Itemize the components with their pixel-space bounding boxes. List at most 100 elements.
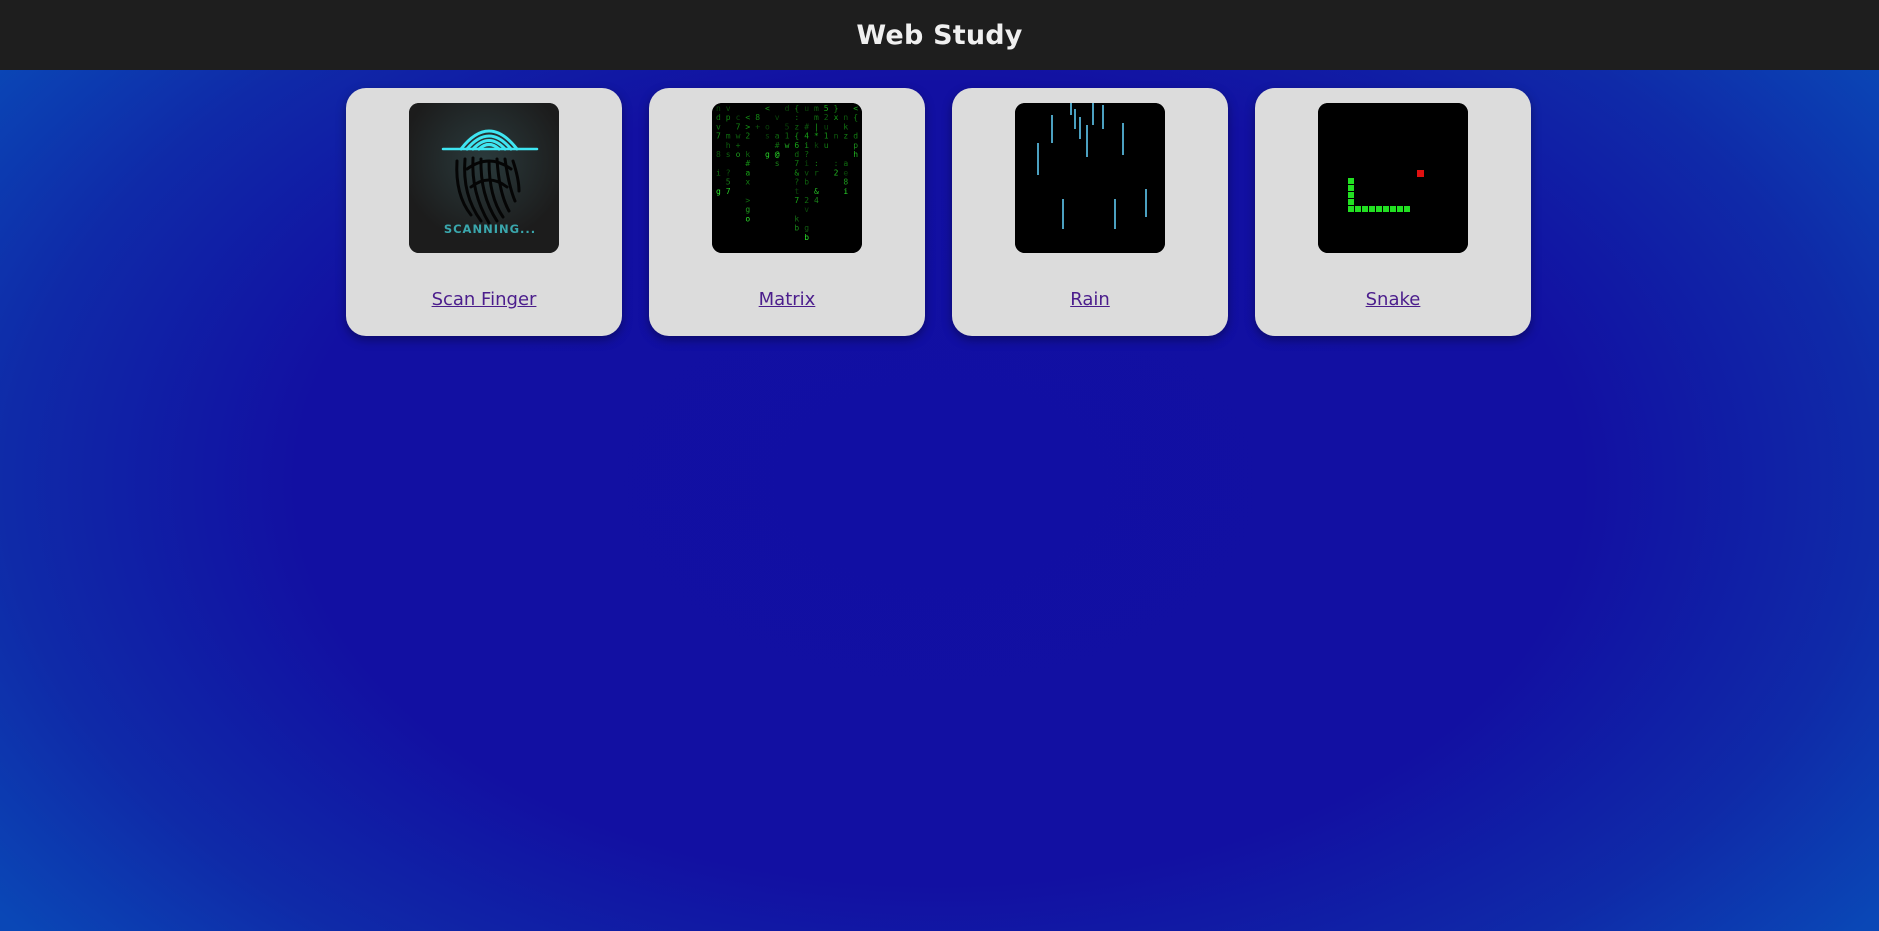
svg-text::: :	[834, 159, 839, 168]
snake-segment	[1390, 206, 1396, 212]
svg-text:4: 4	[814, 196, 819, 205]
svg-text:}: }	[834, 104, 839, 113]
svg-text:7: 7	[716, 132, 721, 141]
svg-text:b: b	[804, 178, 809, 187]
svg-text:8: 8	[843, 178, 848, 187]
scan-finger-thumbnail[interactable]: SCANNING...	[409, 103, 559, 253]
svg-text:o: o	[745, 214, 750, 223]
svg-text:?: ?	[794, 178, 799, 187]
svg-text:s: s	[775, 159, 780, 168]
snake-thumbnail[interactable]	[1318, 103, 1468, 253]
svg-text:d: d	[794, 150, 799, 159]
svg-text:{: {	[794, 104, 799, 113]
snake-segment	[1362, 206, 1368, 212]
svg-text:u: u	[824, 122, 829, 131]
matrix-rain-icon: ndv78igvpmhs?57c7w+o<>2k#ax>go8+<osgva#@…	[712, 103, 862, 253]
svg-text:i: i	[804, 159, 809, 168]
snake-segment	[1383, 206, 1389, 212]
svg-text:i: i	[804, 141, 809, 150]
svg-text:&: &	[794, 168, 799, 177]
svg-text:7: 7	[794, 196, 799, 205]
svg-text:n: n	[834, 132, 839, 141]
snake-segment	[1376, 206, 1382, 212]
rain-link[interactable]: Rain	[1070, 289, 1110, 310]
svg-text:d: d	[716, 113, 721, 122]
svg-text:b: b	[804, 233, 809, 242]
svg-text:&: &	[814, 187, 819, 196]
snake-segment	[1369, 206, 1375, 212]
svg-text:v: v	[804, 205, 809, 214]
svg-text:k: k	[843, 122, 848, 131]
card-scan-finger: SCANNING... Scan Finger	[346, 88, 622, 336]
snake-link[interactable]: Snake	[1366, 289, 1421, 310]
svg-text:d: d	[853, 132, 858, 141]
card-rain: Rain	[952, 88, 1228, 336]
svg-text:n: n	[716, 104, 721, 113]
svg-text:5: 5	[785, 122, 790, 131]
rain-icon	[1015, 103, 1165, 253]
svg-text:p: p	[853, 141, 858, 150]
rain-thumbnail[interactable]	[1015, 103, 1165, 253]
svg-text:h: h	[726, 141, 731, 150]
svg-text:+: +	[755, 122, 760, 131]
svg-text:z: z	[843, 132, 848, 141]
svg-text:<: <	[853, 104, 858, 113]
svg-text:2: 2	[804, 196, 809, 205]
svg-text:s: s	[726, 150, 731, 159]
card-matrix: n d v 7 8 i g v p m h s? 5 7 c 7 w + o < >2 k # a x > g o 8 + < o s g v a # @…	[649, 88, 925, 336]
svg-text:?: ?	[726, 168, 731, 177]
svg-text:k: k	[745, 150, 750, 159]
svg-text:#: #	[745, 159, 750, 168]
svg-text:k: k	[794, 214, 799, 223]
svg-text:|: |	[814, 122, 819, 131]
snake-segment	[1348, 178, 1354, 184]
matrix-link[interactable]: Matrix	[759, 289, 816, 310]
snake-segment	[1348, 185, 1354, 191]
snake-segment	[1348, 192, 1354, 198]
svg-text:v: v	[804, 168, 809, 177]
svg-text:m: m	[726, 132, 731, 141]
svg-text:5: 5	[726, 178, 731, 187]
svg-text:x: x	[745, 178, 750, 187]
svg-text:v: v	[775, 113, 780, 122]
top-bar: Web Study	[0, 0, 1879, 70]
svg-text:a: a	[745, 168, 750, 177]
svg-text:?: ?	[804, 150, 809, 159]
svg-text:t: t	[794, 187, 799, 196]
svg-text:b: b	[794, 224, 799, 233]
svg-text:<: <	[745, 113, 750, 122]
svg-text:g: g	[716, 187, 721, 196]
svg-text:6: 6	[794, 141, 799, 150]
svg-text:g: g	[765, 150, 770, 159]
svg-text:>: >	[745, 122, 750, 131]
svg-text:d: d	[785, 104, 790, 113]
svg-text:4: 4	[804, 132, 809, 141]
scan-finger-link[interactable]: Scan Finger	[432, 289, 537, 310]
scanning-caption: SCANNING...	[444, 222, 536, 236]
card-grid: SCANNING... Scan Finger n d v 7 8 i g v p m h s? 5 7 c…	[346, 88, 1531, 336]
svg-text:v: v	[716, 122, 721, 131]
svg-text:@: @	[775, 150, 780, 159]
snake-game-icon	[1318, 103, 1468, 253]
svg-text:s: s	[765, 132, 770, 141]
svg-text:n: n	[843, 113, 848, 122]
svg-text:e: e	[843, 168, 848, 177]
svg-text:g: g	[745, 205, 750, 214]
card-snake: Snake	[1255, 88, 1531, 336]
svg-text:p: p	[726, 113, 731, 122]
svg-text:2: 2	[834, 168, 839, 177]
svg-text:o: o	[736, 150, 741, 159]
svg-text:h: h	[853, 150, 858, 159]
svg-text:k: k	[814, 141, 819, 150]
svg-text:5: 5	[824, 104, 829, 113]
fingerprint-icon: SCANNING...	[409, 103, 559, 253]
snake-segment	[1348, 206, 1354, 212]
svg-text:<: <	[765, 104, 770, 113]
svg-text:7: 7	[794, 159, 799, 168]
svg-text:c: c	[736, 113, 741, 122]
svg-text:#: #	[775, 141, 780, 150]
matrix-thumbnail[interactable]: n d v 7 8 i g v p m h s? 5 7 c 7 w + o < >2 k # a x > g o 8 + < o s g v a # @…	[712, 103, 862, 253]
svg-text:7: 7	[726, 187, 731, 196]
svg-text:i: i	[843, 187, 848, 196]
svg-text:m: m	[814, 104, 819, 113]
